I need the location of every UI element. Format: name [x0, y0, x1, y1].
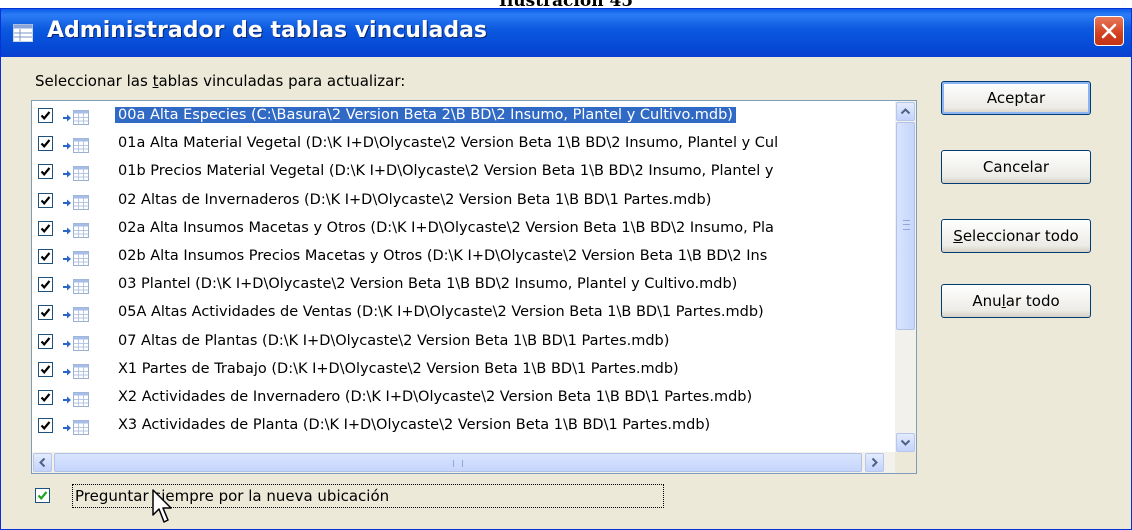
- linked-table-icon: [62, 277, 90, 295]
- scroll-left-button[interactable]: [33, 453, 52, 472]
- checkmark-icon: [40, 280, 51, 290]
- table-manager-icon: [13, 24, 33, 42]
- list-rows: 00a Alta Especies (C:\Basura\2 Version B…: [32, 103, 896, 441]
- accept-button[interactable]: Aceptar: [941, 81, 1091, 115]
- list-item[interactable]: 03 Plantel (D:\K I+D\Olycaste\2 Version …: [32, 272, 896, 300]
- list-item-label: 03 Plantel (D:\K I+D\Olycaste\2 Version …: [118, 276, 738, 293]
- checkmark-icon: [40, 195, 51, 205]
- row-checkbox[interactable]: [38, 389, 53, 405]
- row-checkbox[interactable]: [38, 164, 53, 180]
- list-item-label: 05A Altas Actividades de Ventas (D:\K I+…: [118, 304, 764, 321]
- vertical-scrollbar[interactable]: [895, 101, 916, 453]
- list-item[interactable]: 02b Alta Insumos Precios Macetas y Otros…: [32, 244, 896, 272]
- list-item[interactable]: 00a Alta Especies (C:\Basura\2 Version B…: [32, 103, 896, 131]
- list-item-label: 02 Altas de Invernaderos (D:\K I+D\Olyca…: [118, 191, 712, 208]
- list-item-label: 00a Alta Especies (C:\Basura\2 Version B…: [115, 107, 736, 123]
- checkmark-icon: [40, 308, 51, 318]
- list-item[interactable]: 02a Alta Insumos Macetas y Otros (D:\K I…: [32, 216, 896, 244]
- list-item-label: 01a Alta Material Vegetal (D:\K I+D\Olyc…: [118, 135, 779, 152]
- scrollbar-corner: [895, 452, 916, 473]
- checkmark-icon: [40, 421, 51, 431]
- list-item[interactable]: 05A Altas Actividades de Ventas (D:\K I+…: [32, 300, 896, 328]
- checkmark-icon: [40, 111, 51, 120]
- row-checkbox[interactable]: [38, 305, 53, 321]
- checkmark-icon: [40, 252, 51, 261]
- list-item[interactable]: X3 Actividades de Planta (D:\K I+D\Olyca…: [32, 413, 896, 441]
- mouse-pointer-icon: [152, 489, 172, 523]
- list-item[interactable]: X1 Partes de Trabajo (D:\K I+D\Olycaste\…: [32, 357, 896, 385]
- linked-table-icon: [62, 136, 90, 154]
- linked-table-manager-dialog: Administrador de tablas vinculadas Selec…: [0, 8, 1132, 530]
- linked-table-icon: [62, 305, 90, 323]
- list-item-label: X3 Actividades de Planta (D:\K I+D\Olyca…: [118, 417, 711, 434]
- linked-table-icon: [62, 418, 90, 436]
- deselect-all-button[interactable]: Anular todo: [941, 284, 1091, 318]
- row-checkbox[interactable]: [38, 192, 53, 208]
- chevron-right-icon: [871, 457, 878, 468]
- list-item-label: 02a Alta Insumos Macetas y Otros (D:\K I…: [118, 219, 774, 236]
- row-checkbox[interactable]: [38, 220, 53, 236]
- close-button[interactable]: [1094, 16, 1124, 46]
- close-icon: [1101, 23, 1117, 39]
- list-item-label: 02b Alta Insumos Precios Macetas y Otros…: [118, 247, 768, 264]
- row-checkbox[interactable]: [38, 248, 53, 264]
- scroll-up-button[interactable]: [896, 102, 915, 121]
- linked-table-icon: [62, 249, 90, 267]
- row-checkbox[interactable]: [38, 108, 53, 123]
- list-item-label: X1 Partes de Trabajo (D:\K I+D\Olycaste\…: [118, 360, 679, 377]
- linked-table-icon: [62, 221, 90, 239]
- linked-table-icon: [62, 164, 90, 182]
- linked-tables-list[interactable]: 00a Alta Especies (C:\Basura\2 Version B…: [31, 100, 917, 474]
- linked-table-icon: [62, 390, 90, 408]
- window-title: Administrador de tablas vinculadas: [47, 18, 488, 43]
- select-all-button[interactable]: Seleccionar todo: [941, 219, 1091, 253]
- table-list-label: Seleccionar las tablas vinculadas para a…: [35, 72, 406, 90]
- linked-table-icon: [62, 334, 90, 352]
- linked-table-icon: [62, 193, 90, 211]
- checkmark-icon: [40, 139, 51, 149]
- chevron-up-icon: [900, 108, 911, 115]
- row-checkbox[interactable]: [38, 333, 53, 349]
- checkmark-icon: [40, 224, 51, 233]
- checkmark-icon: [40, 364, 51, 374]
- title-bar[interactable]: Administrador de tablas vinculadas: [1, 9, 1131, 57]
- list-item[interactable]: X2 Actividades de Invernadero (D:\K I+D\…: [32, 385, 896, 413]
- list-item-label: 07 Altas de Plantas (D:\K I+D\Olycaste\2…: [118, 332, 670, 349]
- checkmark-icon: [37, 491, 48, 500]
- scroll-grip-icon: [453, 460, 463, 467]
- list-item[interactable]: 02 Altas de Invernaderos (D:\K I+D\Olyca…: [32, 188, 896, 216]
- linked-table-icon: [62, 108, 90, 126]
- chevron-left-icon: [39, 457, 46, 468]
- chevron-down-icon: [900, 439, 911, 446]
- list-item[interactable]: 01b Precios Material Vegetal (D:\K I+D\O…: [32, 159, 896, 187]
- horizontal-scroll-thumb[interactable]: [54, 453, 862, 472]
- row-checkbox[interactable]: [38, 136, 53, 152]
- scroll-grip-icon: [903, 220, 910, 230]
- list-item[interactable]: 01a Alta Material Vegetal (D:\K I+D\Olyc…: [32, 131, 896, 159]
- scroll-right-button[interactable]: [865, 453, 884, 472]
- always-ask-checkbox[interactable]: [35, 488, 50, 503]
- checkmark-icon: [40, 336, 51, 346]
- list-item-label: 01b Precios Material Vegetal (D:\K I+D\O…: [118, 163, 774, 180]
- checkmark-icon: [40, 393, 51, 402]
- row-checkbox[interactable]: [38, 418, 53, 434]
- linked-table-icon: [62, 362, 90, 380]
- cancel-button[interactable]: Cancelar: [941, 150, 1091, 184]
- row-checkbox[interactable]: [38, 361, 53, 377]
- list-item[interactable]: 07 Altas de Plantas (D:\K I+D\Olycaste\2…: [32, 329, 896, 357]
- row-checkbox[interactable]: [38, 277, 53, 293]
- vertical-scroll-thumb[interactable]: [896, 122, 915, 330]
- scroll-down-button[interactable]: [896, 433, 915, 452]
- list-item-label: X2 Actividades de Invernadero (D:\K I+D\…: [118, 388, 753, 405]
- horizontal-scrollbar[interactable]: [32, 452, 896, 473]
- checkmark-icon: [40, 167, 51, 177]
